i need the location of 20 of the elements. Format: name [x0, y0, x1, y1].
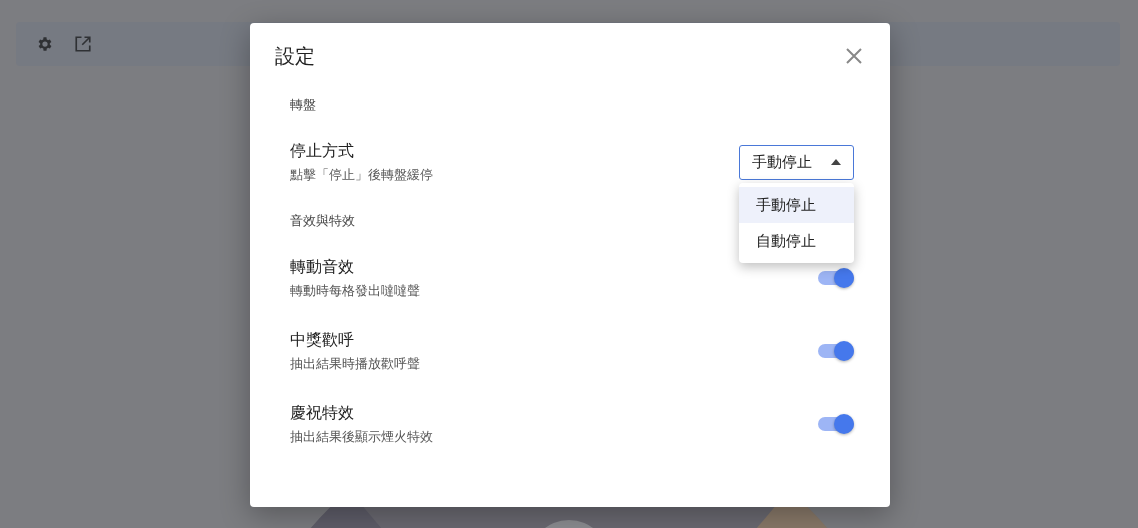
setting-description: 抽出結果時播放歡呼聲 [290, 354, 420, 373]
caret-icon [831, 159, 841, 165]
setting-label: 慶祝特效 [290, 402, 355, 424]
external-link-icon[interactable] [74, 35, 92, 53]
toggle-switch[interactable] [818, 417, 854, 431]
dialog-title: 設定 [275, 43, 315, 70]
setting-description: 轉動時每格發出噠噠聲 [290, 281, 420, 300]
toggle-switch[interactable] [818, 344, 854, 358]
setting-label: 中獎歡呼 [290, 329, 355, 351]
toggle-switch[interactable] [818, 271, 854, 285]
setting-description: 抽出結果後顯示煙火特效 [290, 427, 433, 446]
section-heading: 轉盤 [290, 96, 317, 114]
dropdown-option[interactable]: 自動停止 [739, 223, 854, 259]
settings-icon[interactable] [36, 35, 54, 53]
stop-mode-select[interactable]: 手動停止 [739, 144, 854, 180]
setting-description: 點擊「停止」後轉盤緩停 [290, 165, 433, 184]
section-heading: 音效與特效 [290, 212, 356, 230]
setting-label: 停止方式 [290, 140, 355, 162]
dropdown-option[interactable]: 手動停止 [739, 187, 854, 223]
setting-label: 轉動音效 [290, 256, 355, 278]
